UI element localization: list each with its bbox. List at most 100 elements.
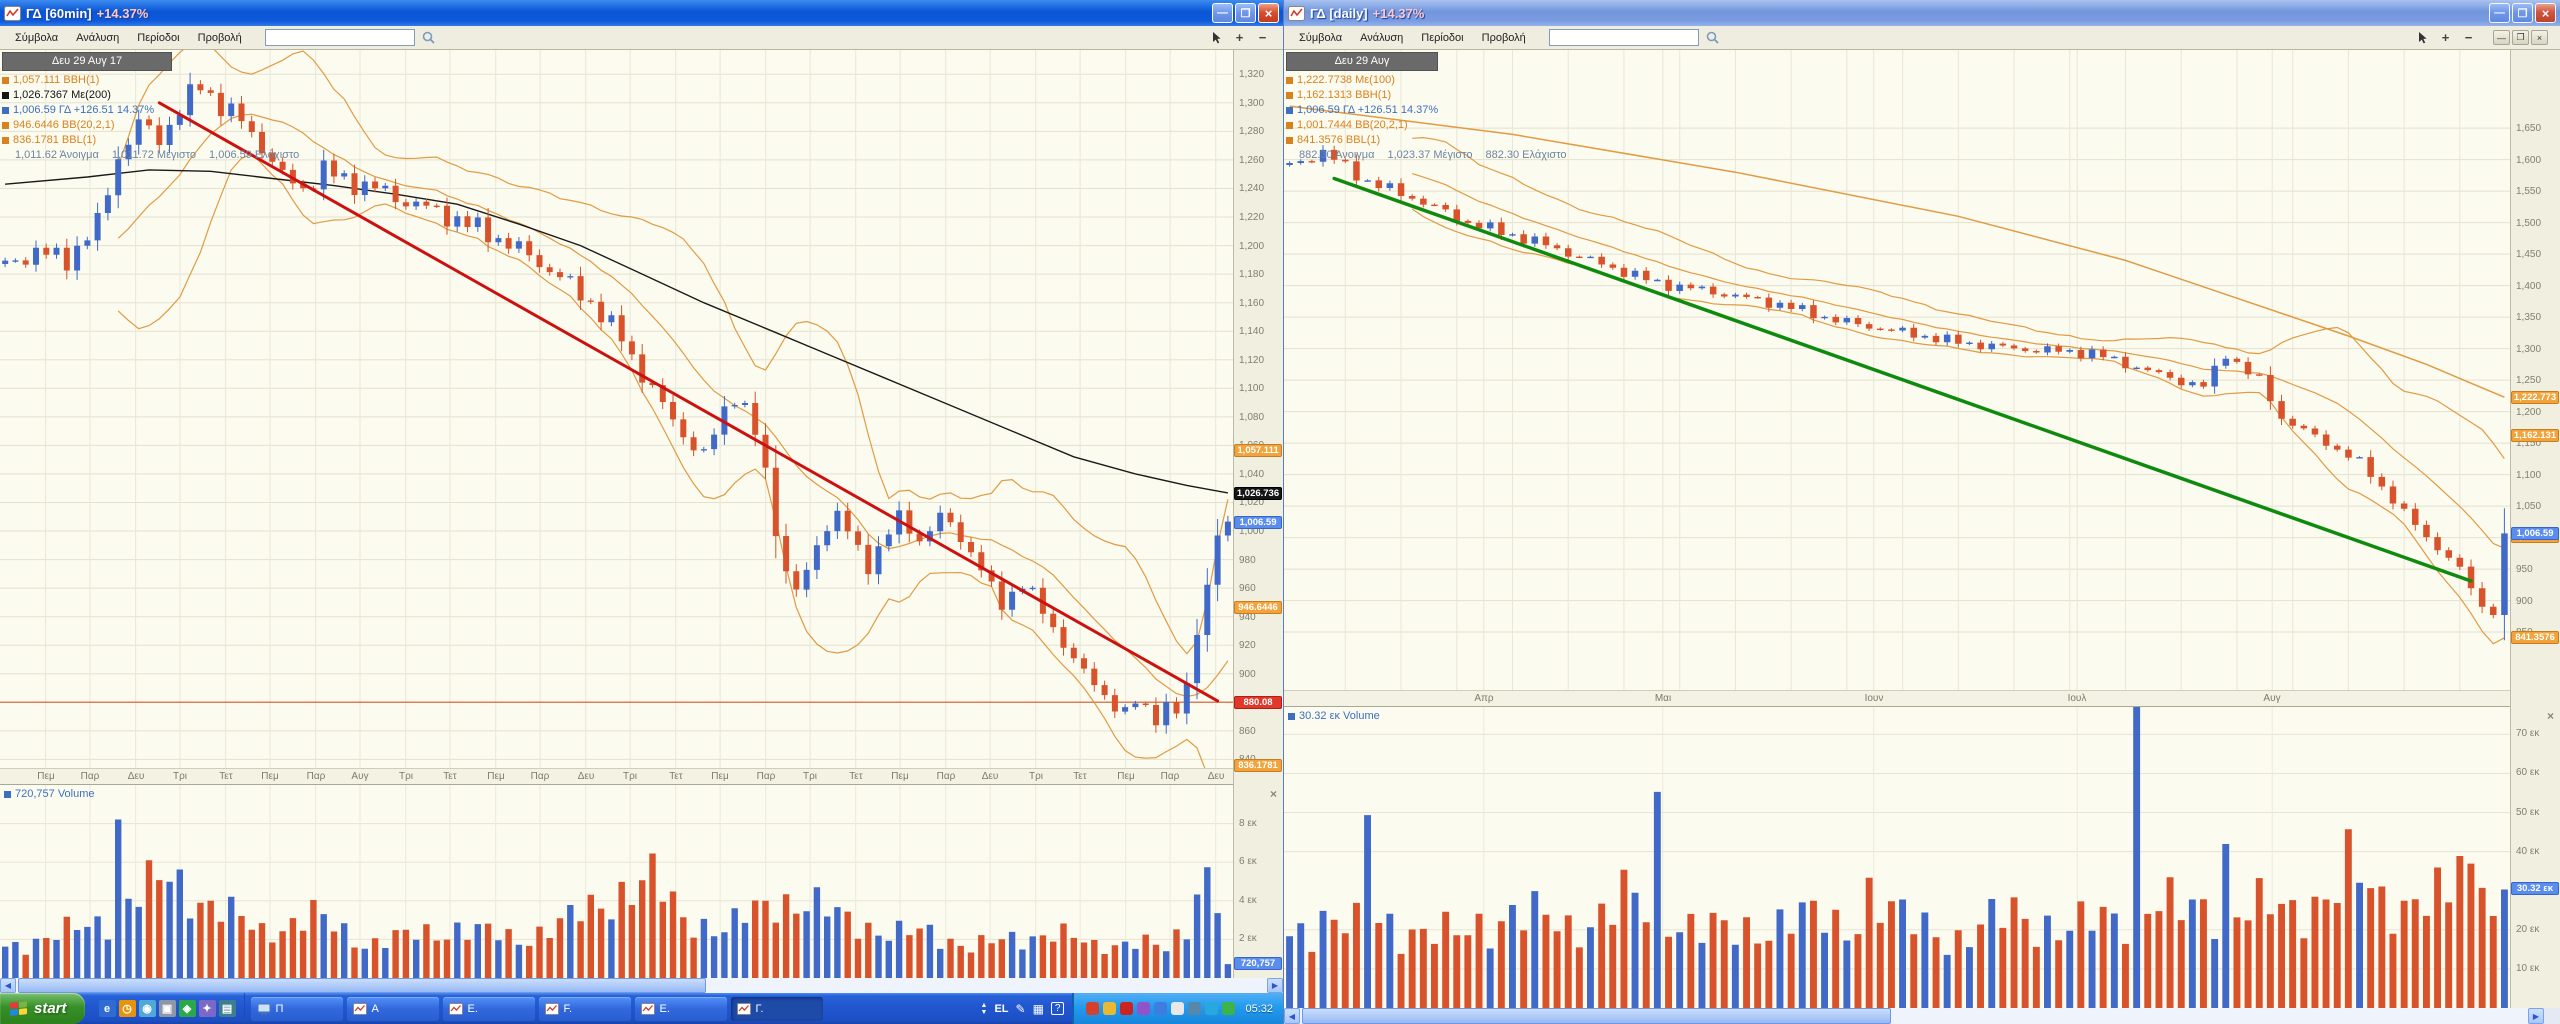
horizontal-scrollbar-daily[interactable]: ◀ ▶ (1284, 1008, 2560, 1024)
scroll-right-arrow[interactable]: ▶ (1267, 978, 1283, 993)
volume-pane-60min[interactable]: 720,757 Volume (0, 784, 1233, 978)
zoom-in-icon[interactable]: + (2437, 29, 2454, 46)
tray-icon-7[interactable] (1188, 1002, 1201, 1015)
internet-explorer-icon[interactable]: e (99, 1000, 116, 1017)
price-tag: 836.1781 (1234, 759, 1282, 772)
trendline[interactable] (159, 103, 1217, 701)
taskbar-window-button[interactable]: Ε. (635, 997, 727, 1021)
scroll-track[interactable] (16, 978, 1267, 993)
tray-icon-2[interactable] (1103, 1002, 1116, 1015)
pointer-tool-icon[interactable] (2414, 29, 2431, 46)
language-indicator[interactable]: EL (994, 1003, 1008, 1015)
taskbar-window-button[interactable]: Ε. (443, 997, 535, 1021)
legend-swatch (1286, 92, 1293, 99)
tray-icon-5[interactable] (1154, 1002, 1167, 1015)
tray-icon-6[interactable] (1171, 1002, 1184, 1015)
zoom-out-icon[interactable]: − (2460, 29, 2477, 46)
volume-tick-label: 2 εκ (1239, 933, 1257, 944)
maximize-button[interactable]: ❐ (1235, 3, 1256, 23)
legend-info-line: 882.30 Ελάχιστο (1472, 149, 1566, 161)
taskbar-window-button[interactable]: Γ. (731, 997, 823, 1021)
taskbar-window-button[interactable]: F. (539, 997, 631, 1021)
scroll-thumb[interactable] (18, 978, 706, 993)
menu-periods[interactable]: Περίοδοι (1412, 29, 1472, 47)
legend-info-line: 1,006.59 Ελάχιστο (196, 149, 299, 161)
scroll-thumb[interactable] (1302, 1008, 1891, 1024)
scroll-right-arrow[interactable]: ▶ (2528, 1008, 2544, 1024)
search-icon[interactable] (421, 30, 436, 45)
scroll-left-arrow[interactable]: ◀ (1284, 1008, 1300, 1024)
resize-grip[interactable] (2544, 1008, 2560, 1024)
y-tick-label: 1,300 (2516, 344, 2541, 355)
app-icon-4[interactable]: ▣ (159, 1000, 176, 1017)
minimize-button[interactable]: — (2489, 3, 2510, 23)
scroll-down-icon[interactable]: ▼ (981, 1009, 988, 1016)
tray-icon-3[interactable] (1120, 1002, 1133, 1015)
scroll-up-icon[interactable]: ▲ (981, 1002, 988, 1009)
help-icon[interactable]: ? (1051, 1002, 1065, 1015)
horizontal-scrollbar-60min[interactable]: ◀ ▶ (0, 978, 1283, 993)
tray-icon-8[interactable] (1205, 1002, 1218, 1015)
menu-analysis[interactable]: Ανάλυση (67, 29, 128, 47)
child-close-button[interactable]: × (2531, 30, 2548, 45)
y-tick-label: 1,080 (1239, 412, 1264, 423)
tray-icon-1[interactable] (1086, 1002, 1099, 1015)
x-axis-label: Παρ (531, 771, 550, 782)
zoom-in-icon[interactable]: + (1231, 29, 1248, 46)
titlebar-daily[interactable]: ΓΔ [daily]+14.37% — ❐ × (1284, 0, 2560, 26)
up-volume-bars (2, 820, 1231, 979)
scroll-track[interactable] (1300, 1008, 2528, 1024)
volume-chart-daily[interactable] (1284, 707, 2510, 1008)
menu-view[interactable]: Προβολή (189, 29, 251, 47)
maximize-button[interactable]: ❐ (2512, 3, 2533, 23)
keyboard-icon[interactable]: ▦ (1033, 1002, 1044, 1016)
menu-symbols[interactable]: Σύμβολα (1290, 29, 1351, 47)
volume-close-icon[interactable]: × (2547, 709, 2554, 723)
symbol-search-input[interactable] (1549, 29, 1699, 46)
price-tag: 1,026.736 (1234, 487, 1282, 500)
close-button[interactable]: × (1258, 3, 1279, 23)
child-restore-button[interactable]: ❐ (2512, 30, 2529, 45)
pen-icon[interactable]: ✎ (1016, 1002, 1026, 1016)
chart-icon (449, 1003, 463, 1015)
globe-icon[interactable]: ◈ (179, 1000, 196, 1017)
app-icon-6[interactable]: ✦ (199, 1000, 216, 1017)
volume-chart-60min[interactable] (0, 785, 1233, 978)
start-button[interactable]: start (0, 993, 85, 1024)
x-axis-label: Τετ (219, 771, 232, 782)
taskbar-window-button[interactable]: Α (347, 997, 439, 1021)
pointer-tool-icon[interactable] (1208, 29, 1225, 46)
messenger-icon[interactable]: ◉ (139, 1000, 156, 1017)
x-axis-label: Δευ (1208, 771, 1225, 782)
chart-icon (545, 1003, 559, 1015)
taskbar-window-button[interactable]: Π (251, 997, 343, 1021)
x-axis-label: Πεμ (711, 771, 728, 782)
menu-symbols[interactable]: Σύμβολα (6, 29, 67, 47)
y-tick-label: 1,120 (1239, 355, 1264, 366)
tray-icon-9[interactable] (1222, 1002, 1235, 1015)
legend-info-line: 1,011.62 Άνοιγμα (2, 149, 99, 161)
price-chart-pane-daily[interactable]: Δευ 29 Αυγ 1,222.7738 Με(100)1,162.1313 … (1284, 50, 2510, 690)
y-tick-label: 980 (1239, 555, 1256, 566)
app-icon-7[interactable]: ▤ (219, 1000, 236, 1017)
legend-line: 841.3576 BBL(1) (1286, 133, 1567, 148)
clock-icon[interactable]: ◷ (119, 1000, 136, 1017)
minimize-button[interactable]: — (1212, 3, 1233, 23)
menu-periods[interactable]: Περίοδοι (128, 29, 188, 47)
search-icon[interactable] (1705, 30, 1720, 45)
menu-analysis[interactable]: Ανάλυση (1351, 29, 1412, 47)
child-minimize-button[interactable]: — (2493, 30, 2510, 45)
y-tick-label: 1,180 (1239, 269, 1264, 280)
close-button[interactable]: × (2535, 3, 2556, 23)
scroll-left-arrow[interactable]: ◀ (0, 978, 16, 993)
volume-close-icon[interactable]: × (1270, 787, 1277, 801)
volume-pane-daily[interactable]: 30.32 εκ Volume (1284, 706, 2510, 1008)
zoom-out-icon[interactable]: − (1254, 29, 1271, 46)
legend-info-line: 1,011.72 Μέγιστο (99, 149, 196, 161)
menu-view[interactable]: Προβολή (1473, 29, 1535, 47)
titlebar-60min[interactable]: ΓΔ [60min]+14.37% — ❐ × (0, 0, 1283, 26)
taskbar-clock[interactable]: 05:32 (1245, 1003, 1273, 1015)
tray-icon-4[interactable] (1137, 1002, 1150, 1015)
symbol-search-input[interactable] (265, 29, 415, 46)
price-chart-pane-60min[interactable]: Δευ 29 Αυγ 17 1,057.111 BBH(1)1,026.7367… (0, 50, 1233, 768)
